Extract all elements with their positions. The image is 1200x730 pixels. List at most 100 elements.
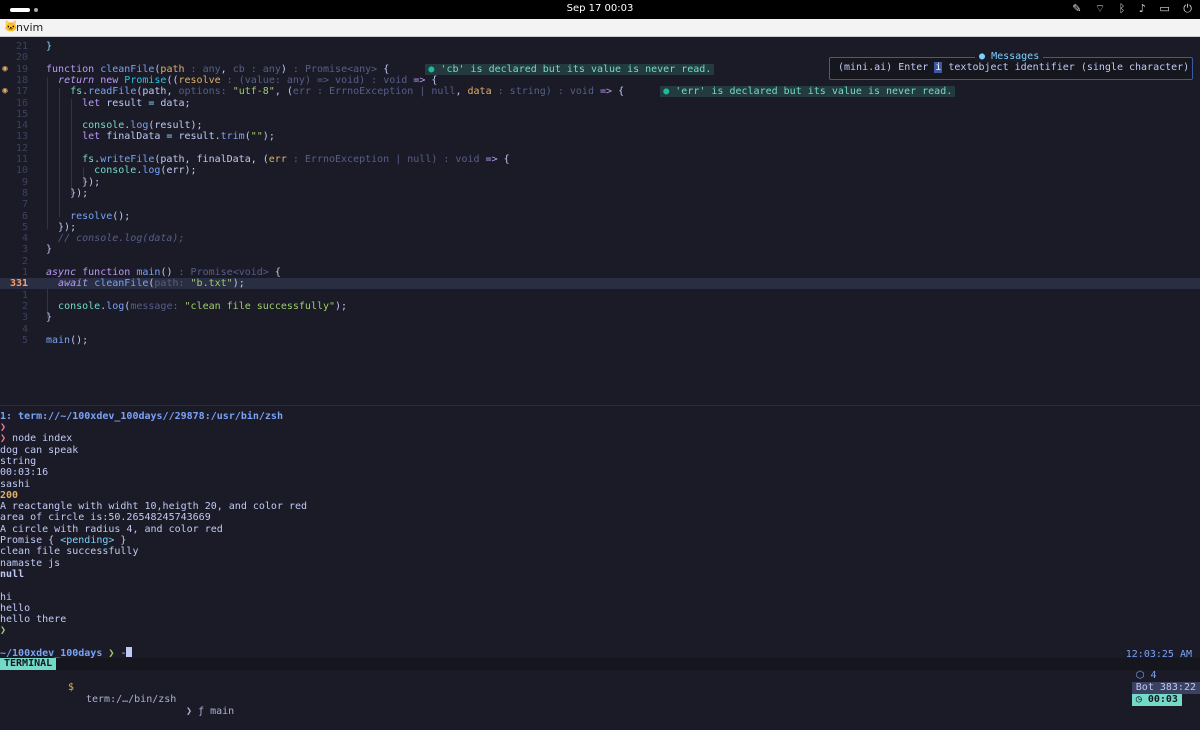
buffer-path: term:/…/bin/zsh	[86, 694, 177, 705]
code-text[interactable]: // console.log(data);	[46, 233, 184, 244]
terminal-line: 200	[0, 489, 19, 501]
terminal-prompt[interactable]: ~/100xdev_100days ❯ -	[0, 647, 133, 659]
wifi-icon[interactable]: ⌔	[1095, 2, 1105, 15]
status-line: TERMINAL $ term:/…/bin/zsh ❯ ƒ main ⬡ 4 …	[0, 658, 1200, 717]
code-line[interactable]: 5 });	[0, 222, 1200, 233]
cursor-position: Bot 383:22	[1131, 682, 1200, 694]
code-text[interactable]: });	[46, 188, 88, 199]
code-line[interactable]: 1 async function main() : Promise<void> {	[0, 267, 1200, 278]
code-line[interactable]: 4	[0, 324, 1200, 335]
code-line[interactable]: 8 });	[0, 188, 1200, 199]
code-text[interactable]: main();	[46, 335, 88, 346]
code-text[interactable]: console.log(err);	[46, 165, 196, 176]
terminal-line: string	[0, 455, 37, 467]
code-text[interactable]: });	[46, 177, 100, 188]
line-number: 4	[21, 233, 28, 245]
mode-indicator: TERMINAL	[0, 658, 57, 670]
status-time: ◷ 00:03	[1131, 694, 1182, 706]
terminal-line: null	[0, 568, 25, 580]
terminal-line: sashi	[0, 478, 31, 490]
code-text[interactable]: await cleanFile(path: "b.txt");	[46, 278, 245, 289]
code-line[interactable]: 3}	[0, 244, 1200, 255]
code-text[interactable]: }	[46, 312, 52, 323]
code-line[interactable]: 12	[0, 143, 1200, 154]
line-number: 16	[15, 97, 28, 109]
line-number: 18	[15, 74, 28, 86]
line-number: 8	[21, 187, 28, 199]
bluetooth-icon[interactable]: ᛒ	[1119, 2, 1126, 15]
code-line[interactable]: 2	[0, 256, 1200, 267]
code-text[interactable]: function cleanFile(path : any, cb : any)…	[46, 63, 715, 75]
line-number: 2	[21, 300, 28, 312]
line-number: 331	[9, 278, 28, 290]
code-line[interactable]: 14 console.log(result);	[0, 120, 1200, 131]
code-line[interactable]: 6 resolve();	[0, 211, 1200, 222]
code-text[interactable]: return new Promise((resolve : (value: an…	[46, 75, 437, 86]
code-line[interactable]: 331 await cleanFile(path: "b.txt");	[0, 278, 1200, 290]
terminal-line: area of circle is:50.26548245743669	[0, 512, 211, 524]
code-line[interactable]: 5 main();	[0, 335, 1200, 346]
code-text[interactable]: let result = data;	[46, 98, 190, 109]
code-line[interactable]: 2 console.log(message: "clean file succe…	[0, 301, 1200, 312]
code-text[interactable]: });	[46, 222, 76, 233]
messages-title: ● Messages	[975, 51, 1044, 62]
volume-icon[interactable]: ♪	[1139, 2, 1146, 15]
line-number: 5	[21, 221, 28, 233]
code-line[interactable]: 3}	[0, 312, 1200, 323]
terminal-line: 00:03:16	[0, 467, 49, 479]
terminal-line: clean file successfully	[0, 546, 139, 558]
terminal-line: hi	[0, 591, 13, 603]
line-number: 15	[15, 108, 28, 120]
line-number: 7	[21, 199, 28, 211]
status-right: ⬡ 4 Bot 383:22 ◷ 00:03	[1108, 658, 1200, 718]
line-number: 21	[15, 41, 28, 52]
line-number: 13	[15, 131, 28, 143]
line-number: 1	[21, 267, 28, 278]
pen-icon[interactable]: ✎	[1072, 2, 1081, 15]
code-text[interactable]: }	[46, 41, 52, 52]
battery-icon[interactable]: ▭	[1159, 2, 1169, 15]
editor-pane[interactable]: 21} 20 ◉ 19 function cleanFile(path : any, c…	[0, 37, 1200, 405]
terminal-pane[interactable]	[0, 405, 1200, 676]
terminal-line: Promise { <pending> }	[0, 535, 127, 546]
code-line[interactable]: 15	[0, 109, 1200, 120]
code-text[interactable]: let finalData = result.trim("");	[46, 131, 275, 142]
line-number: 11	[15, 154, 28, 165]
code-line[interactable]: 11 fs.writeFile(path, finalData, (err : …	[0, 154, 1200, 165]
code-text[interactable]: fs.writeFile(path, finalData, (err : Err…	[46, 154, 510, 165]
code-text[interactable]: }	[46, 244, 52, 255]
code-line[interactable]: 13 let finalData = result.trim("");	[0, 131, 1200, 142]
shell-icon: $	[68, 682, 75, 693]
code-line[interactable]: 10 console.log(err);	[0, 165, 1200, 176]
line-number: 5	[21, 334, 28, 346]
line-number: 6	[21, 210, 28, 222]
code-line[interactable]: 7	[0, 199, 1200, 210]
line-number: 12	[15, 142, 28, 154]
top-bar: Sep 17 00:03 ✎ ⌔ ᛒ ♪ ▭ ⏻	[0, 0, 1200, 19]
system-tray[interactable]: ✎ ⌔ ᛒ ♪ ▭ ⏻	[1062, 2, 1192, 16]
line-number: 3	[21, 312, 28, 324]
code-text[interactable]: console.log(message: "clean file success…	[46, 301, 347, 312]
terminal-line: ❯ node index	[0, 433, 73, 445]
window-titlebar: 🐱 nvim	[0, 19, 1200, 37]
terminal-line: ❯	[0, 422, 7, 433]
power-icon[interactable]: ⏻	[1183, 2, 1192, 15]
code-text[interactable]: fs.readFile(path, options: "utf-8", (err…	[46, 86, 956, 98]
line-number: 4	[21, 323, 28, 335]
code-text[interactable]: async function main() : Promise<void> {	[46, 267, 281, 278]
line-number: 20	[15, 52, 28, 64]
line-number: 1	[21, 289, 28, 301]
terminal-title: 1: term://~/100xdev_100days//29878:/usr/…	[0, 411, 283, 422]
system-clock[interactable]: Sep 17 00:03	[0, 3, 1200, 14]
code-text[interactable]: console.log(result);	[46, 120, 202, 131]
code-line[interactable]: 1	[0, 290, 1200, 301]
code-line[interactable]: 4 // console.log(data);	[0, 233, 1200, 244]
line-number: 2	[21, 255, 28, 267]
messages-text: (mini.ai) Enter i textobject identifier …	[838, 62, 1190, 73]
code-line[interactable]: 16 let result = data;	[0, 98, 1200, 109]
terminal-line: A reactangle with widht 10,heigth 20, an…	[0, 501, 308, 513]
code-text[interactable]: resolve();	[46, 211, 130, 222]
terminal-line: dog can speak	[0, 444, 79, 456]
code-line[interactable]: ◉ 17 fs.readFile(path, options: "utf-8", …	[0, 86, 1200, 98]
code-line[interactable]: 9 });	[0, 177, 1200, 188]
